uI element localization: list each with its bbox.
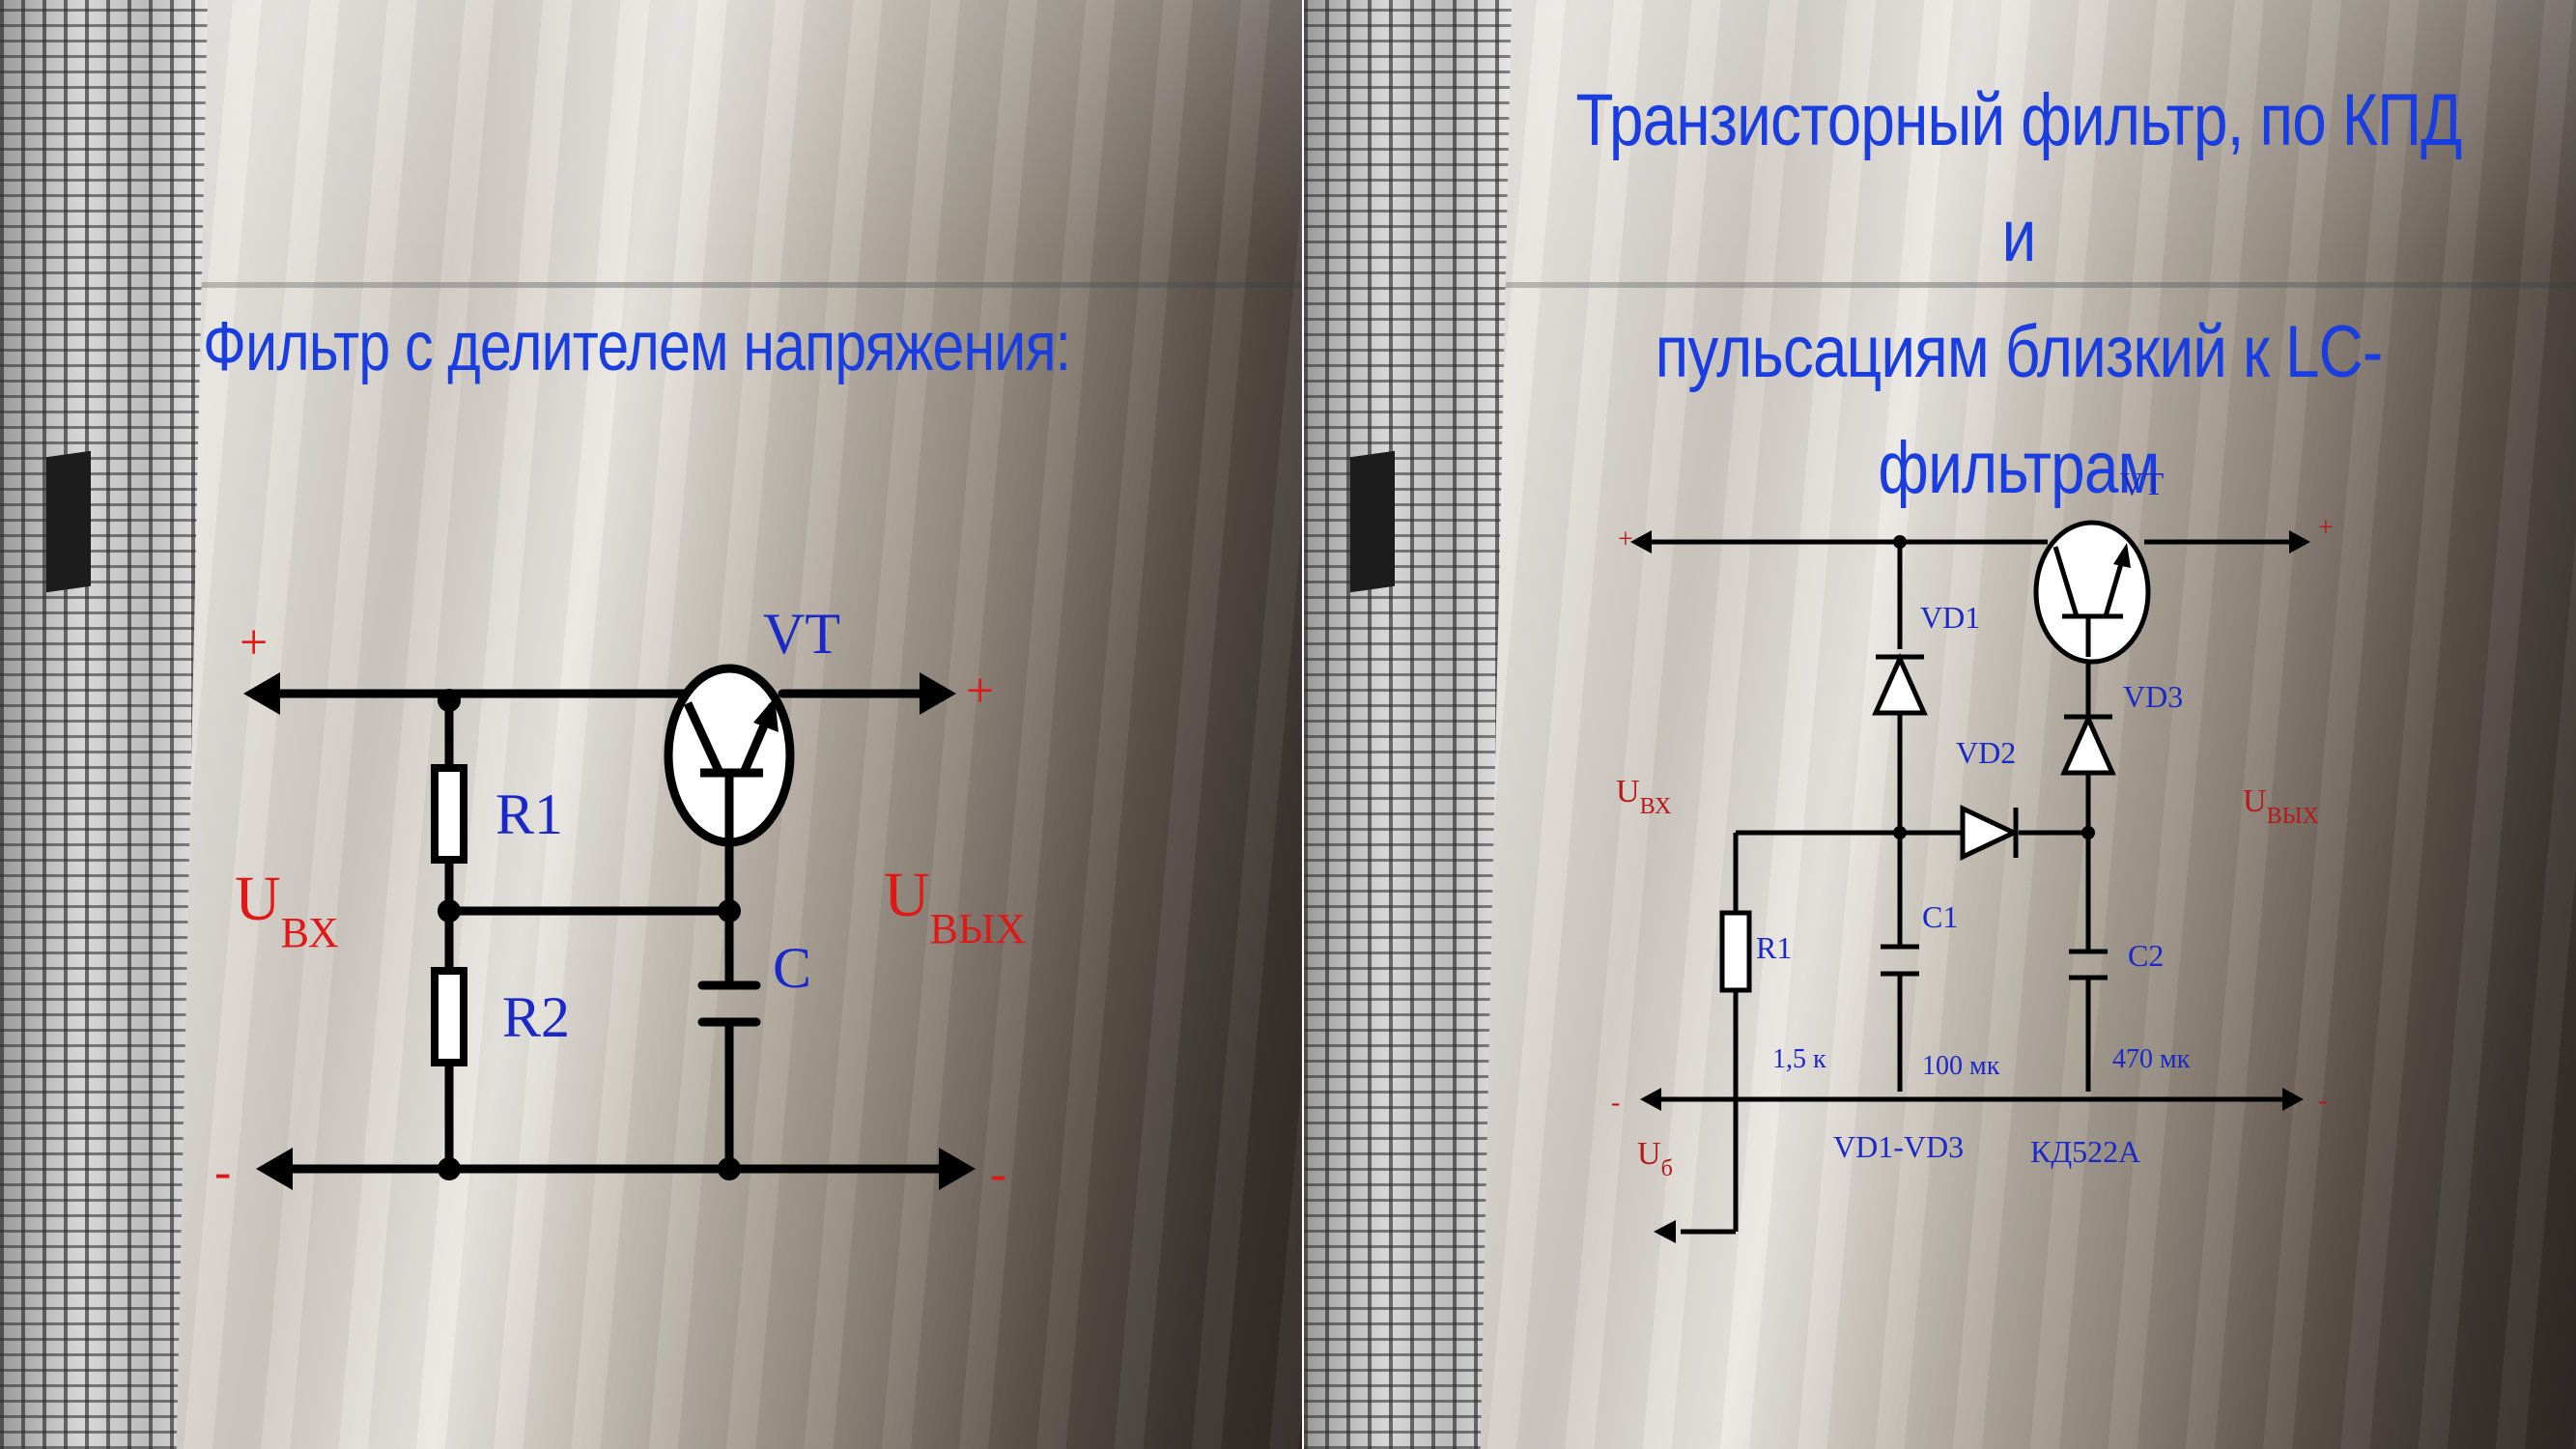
node [2081, 826, 2095, 839]
minus-in-label: - [1611, 1088, 1620, 1118]
diode-vd1 [1872, 652, 1928, 716]
vd1-label: VD1 [1920, 600, 1980, 635]
left-bottom-arrow [1640, 1088, 1661, 1111]
c2-label: C2 [2128, 938, 2164, 973]
plus-in-label: + [1618, 525, 1633, 554]
transistor-lc-like-filter-schematic: + + - - VT VD1 VD3 VD2 R1 C1 C2 1,5 к 10… [1611, 467, 2334, 1243]
minus-out-label: - [2318, 1086, 2327, 1116]
diodes-range-label: VD1-VD3 [1833, 1129, 1964, 1164]
minus-in-label: - [214, 1145, 231, 1200]
right-top-arrow [2289, 530, 2310, 554]
left-top-arrow [243, 672, 280, 715]
u-out-label: UВЫХ [2243, 783, 2319, 829]
transistor-vt [664, 664, 795, 847]
diode-vd2 [1960, 805, 2020, 861]
plus-out-label: + [966, 664, 994, 719]
diodes-type-label: КД522А [2030, 1134, 2140, 1169]
transistor-label: VT [2120, 467, 2165, 502]
vd2-label: VD2 [1956, 735, 2016, 770]
node [1893, 826, 1907, 839]
left-top-arrow [1630, 530, 1652, 554]
u-in-label: UВХ [1616, 774, 1671, 819]
right-top-arrow [920, 672, 956, 715]
left-bottom-arrow [256, 1148, 293, 1190]
node [718, 1157, 741, 1180]
r2-label: R2 [502, 985, 570, 1049]
ub-arrow [1654, 1220, 1676, 1243]
r1-label: R1 [1756, 930, 1792, 965]
plus-out-label: + [2318, 513, 2334, 543]
right-bottom-arrow [939, 1148, 976, 1190]
c1-label: C1 [1922, 899, 1958, 934]
u-in-label: UВХ [235, 864, 339, 956]
u-b-label: Uб [1637, 1136, 1673, 1181]
diode-vd3 [2060, 712, 2116, 776]
u-out-label: UВЫХ [884, 860, 1026, 952]
node [438, 899, 461, 923]
node [718, 899, 741, 923]
transistor-label: VT [763, 602, 840, 666]
node [438, 1157, 461, 1180]
r1-label: R1 [495, 782, 563, 846]
node [438, 689, 461, 712]
right-bottom-arrow [2282, 1088, 2304, 1111]
resistor-r2 [431, 967, 467, 1066]
transistor-vt [2033, 520, 2151, 665]
resistor-r1 [1719, 910, 1752, 993]
plus-in-label: + [240, 615, 268, 670]
r1-value: 1,5 к [1772, 1044, 1826, 1074]
c2-value: 470 мк [2112, 1044, 2191, 1074]
slide-right: Транзисторный фильтр, по КПД и пульсация… [1304, 0, 2576, 1449]
voltage-divider-filter-schematic: + + - - VT R1 R2 C UВХ UВЫХ [214, 602, 1026, 1202]
resistor-r1 [431, 764, 467, 864]
vd3-label: VD3 [2123, 679, 2183, 714]
c1-value: 100 мк [1922, 1051, 2000, 1081]
node [1893, 535, 1907, 549]
slide-left: Фильтр с делителем напряжения: + + - - V… [0, 0, 1302, 1449]
minus-out-label: - [990, 1147, 1006, 1202]
capacitor-label: C [773, 936, 811, 1000]
